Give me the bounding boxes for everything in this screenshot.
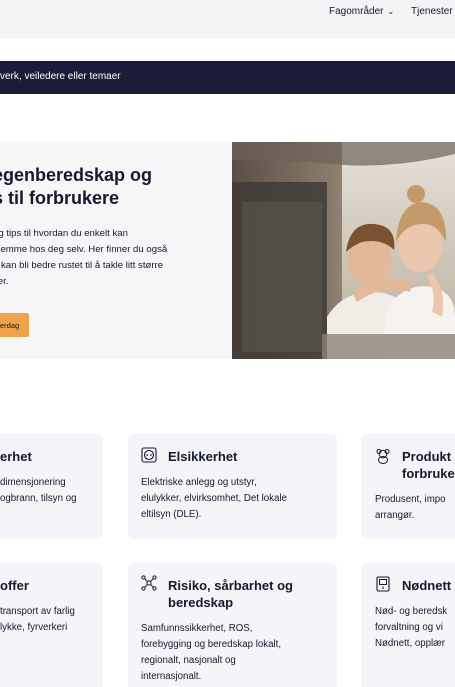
- card-title: Produkt forbruke: [402, 448, 455, 482]
- hero-text-line: u kan bli bedre rustet til å takle litt …: [0, 260, 164, 271]
- card-title: offer: [0, 578, 29, 593]
- hero-title-line: s til forbrukere: [0, 188, 120, 208]
- hero-text-line: ser.: [0, 276, 9, 287]
- family-photo-illustration: [232, 142, 455, 359]
- hero-button-label: erdag: [0, 320, 20, 330]
- card-title: erhet: [0, 449, 32, 464]
- card-description: Produsent, impo arrangør.: [375, 492, 446, 524]
- radio-terminal-icon: [376, 576, 390, 592]
- hero-section: egenberedskap og s til forbrukere og tip…: [0, 142, 232, 359]
- card-desc-line: ogbrann, tilsyn og: [0, 493, 77, 504]
- card-desc-line: regionalt, nasjonalt og: [141, 655, 236, 666]
- card-desc-line: Nød- og beredsk: [375, 606, 448, 617]
- card-desc-line: dimensjonering: [0, 477, 66, 488]
- card-nodnett[interactable]: Nødnett Nød- og beredsk forvaltning og v…: [361, 563, 455, 687]
- card-farlige-stoffer[interactable]: offer transport av farlig lykke, fyrverk…: [0, 563, 103, 687]
- hero-text: og tips til hvordan du enkelt kan hjemme…: [0, 226, 213, 290]
- card-desc-line: lykke, fyrverkeri: [0, 622, 68, 633]
- card-description: transport av farlig lykke, fyrverkeri: [0, 604, 75, 636]
- card-desc-line: forebygging og beredskap lokalt,: [141, 639, 282, 650]
- card-title: Nødnett: [402, 578, 452, 593]
- hero-text-line: hjemme hos deg selv. Her finner du også: [0, 244, 168, 255]
- card-risiko-sarbarhet-beredskap[interactable]: Risiko, sårbarhet og beredskap Samfunnss…: [128, 563, 337, 687]
- card-title: Elsikkerhet: [168, 449, 238, 464]
- chevron-down-icon: ⌄: [387, 7, 395, 16]
- card-description: dimensjonering ogbrann, tilsyn og: [0, 475, 76, 507]
- card-desc-line: eltilsyn (DLE).: [141, 509, 202, 520]
- card-desc-line: elulykker, elvirksomhet, Det lokale: [141, 493, 287, 504]
- nav-tjenester[interactable]: Tjenester: [411, 6, 453, 17]
- card-desc-line: forvaltning og vi: [375, 622, 443, 633]
- card-desc-line: internasjonalt.: [141, 671, 202, 682]
- card-brannsikkerhet[interactable]: erhet dimensjonering ogbrann, tilsyn og: [0, 434, 103, 539]
- hero-title-line: egenberedskap og: [0, 165, 153, 185]
- card-description: Samfunnssikkerhet, ROS, forebygging og b…: [141, 621, 281, 685]
- card-description: Elektriske anlegg og utstyr, elulykker, …: [141, 475, 287, 523]
- card-desc-line: transport av farlig: [0, 606, 75, 617]
- hero-button[interactable]: erdag: [0, 313, 29, 337]
- card-produkter-forbrukertjenester[interactable]: Produkt forbruke Produsent, impo arrangø…: [361, 434, 455, 539]
- card-title-line: beredskap: [168, 595, 234, 610]
- card-description: Nød- og beredsk forvaltning og vi Nødnet…: [375, 604, 447, 652]
- hero-photo: [232, 142, 455, 359]
- card-title-line: Risiko, sårbarhet og: [168, 578, 293, 593]
- card-title: Risiko, sårbarhet og beredskap: [168, 577, 293, 611]
- card-desc-line: arrangør.: [375, 510, 415, 521]
- nav-tjenester-label: Tjenester: [411, 6, 453, 17]
- card-desc-line: Nødnett, opplær: [375, 638, 445, 649]
- hero-text-line: og tips til hvordan du enkelt kan: [0, 228, 128, 239]
- search-placeholder: verk, veiledere eller temaer: [0, 71, 121, 82]
- card-desc-line: Samfunnssikkerhet, ROS,: [141, 623, 253, 634]
- hero-title: egenberedskap og s til forbrukere: [0, 164, 253, 210]
- socket-icon: [141, 447, 157, 463]
- teddy-bear-icon: [376, 449, 390, 464]
- top-navigation: Fagområder ⌄ Tjenester: [0, 0, 455, 38]
- card-desc-line: Produsent, impo: [375, 494, 446, 505]
- card-desc-line: Elektriske anlegg og utstyr,: [141, 477, 257, 488]
- card-elsikkerhet[interactable]: Elsikkerhet Elektriske anlegg og utstyr,…: [128, 434, 337, 539]
- search-bar[interactable]: verk, veiledere eller temaer: [0, 61, 455, 94]
- network-icon: [141, 575, 157, 591]
- nav-fagomrader[interactable]: Fagområder ⌄: [329, 6, 394, 17]
- card-title-line: Produkt: [402, 449, 452, 464]
- card-title-line: forbruke: [402, 466, 455, 481]
- nav-fagomrader-label: Fagområder: [329, 6, 384, 17]
